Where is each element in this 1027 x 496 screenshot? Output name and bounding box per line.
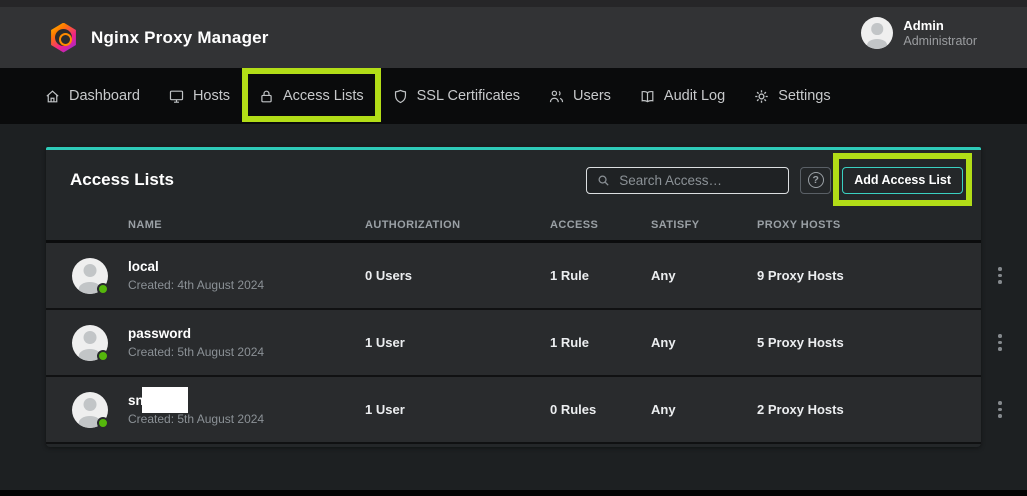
shield-icon [392,88,409,105]
help-circle-icon: ? [808,172,824,188]
online-status-dot [97,350,109,362]
created-date: Created: 5th August 2024 [128,345,264,359]
satisfy-value: Any [651,402,757,417]
proxy-hosts-value: 2 Proxy Hosts [757,402,947,417]
npm-logo-icon [50,23,77,53]
book-icon [639,88,656,105]
authorization-value: 1 User [365,335,550,350]
top-header-bar: Nginx Proxy Manager Admin Administrator [0,0,1027,68]
nav-label: Settings [778,88,830,104]
nav-label: Audit Log [664,88,725,104]
proxy-hosts-value: 9 Proxy Hosts [757,268,947,283]
panel-header: Access Lists ? Add Access List [46,150,981,210]
table-header-row: NAME AUTHORIZATION ACCESS SATISFY PROXY … [46,210,981,243]
search-box [586,167,789,194]
authorization-value: 0 Users [365,268,550,283]
app-title: Nginx Proxy Manager [91,28,269,48]
row-menu-kebab-icon[interactable] [991,263,1009,288]
user-name: Admin [903,18,977,33]
nav-label: SSL Certificates [417,88,520,104]
row-menu-kebab-icon[interactable] [991,397,1009,422]
nav-item-dashboard[interactable]: Dashboard [44,68,154,124]
nav-label: Users [573,88,611,104]
nav-label: Dashboard [69,88,140,104]
created-date: Created: 4th August 2024 [128,278,264,292]
redaction-overlay [142,387,188,413]
row-avatar [72,325,108,361]
user-menu[interactable]: Admin Administrator [861,17,977,49]
column-header-access: ACCESS [550,219,651,231]
nav-item-hosts[interactable]: Hosts [154,68,244,124]
users-icon [548,88,565,105]
home-icon [44,88,61,105]
table-row: local Created: 4th August 2024 0 Users 1… [46,243,981,310]
nav-item-access-lists[interactable]: Access Lists [244,68,378,124]
search-input[interactable] [619,173,779,188]
page-content: Access Lists ? Add Access List [0,124,1027,490]
proxy-hosts-value: 5 Proxy Hosts [757,335,947,350]
table-row: sn Created: 5th August 2024 1 User 0 Rul… [46,377,981,444]
authorization-value: 1 User [365,402,550,417]
created-date: Created: 5th August 2024 [128,412,264,426]
row-avatar [72,258,108,294]
user-avatar [861,17,893,49]
access-value: 1 Rule [550,335,651,350]
access-list-name: local [128,259,264,274]
satisfy-value: Any [651,268,757,283]
person-icon [861,17,893,49]
user-role: Administrator [903,34,977,48]
column-header-satisfy: SATISFY [651,219,757,231]
add-access-list-button[interactable]: Add Access List [842,167,963,194]
top-edge-strip [0,0,1027,7]
row-avatar [72,392,108,428]
access-lists-panel: Access Lists ? Add Access List [46,147,981,447]
access-value: 1 Rule [550,268,651,283]
help-button[interactable]: ? [800,167,831,194]
gear-icon [753,88,770,105]
nav-item-users[interactable]: Users [534,68,625,124]
main-navigation: Dashboard Hosts Access Lists SSL Certifi… [0,68,1027,124]
lock-icon [258,88,275,105]
search-icon [596,173,611,188]
bottom-edge-strip [0,490,1027,496]
satisfy-value: Any [651,335,757,350]
online-status-dot [97,283,109,295]
table-row: password Created: 5th August 2024 1 User… [46,310,981,377]
column-header-proxy-hosts: PROXY HOSTS [757,219,947,231]
row-menu-kebab-icon[interactable] [991,330,1009,355]
column-header-name: NAME [46,219,365,231]
nav-label: Hosts [193,88,230,104]
access-list-name: password [128,326,264,341]
nginx-proxy-manager-app: Nginx Proxy Manager Admin Administrator … [0,0,1027,496]
monitor-icon [168,88,185,105]
online-status-dot [97,417,109,429]
column-header-authorization: AUTHORIZATION [365,219,550,231]
nav-item-settings[interactable]: Settings [739,68,844,124]
nav-label: Access Lists [283,88,364,104]
panel-title: Access Lists [70,170,174,190]
nav-item-ssl-certificates[interactable]: SSL Certificates [378,68,534,124]
access-value: 0 Rules [550,402,651,417]
nav-item-audit-log[interactable]: Audit Log [625,68,739,124]
